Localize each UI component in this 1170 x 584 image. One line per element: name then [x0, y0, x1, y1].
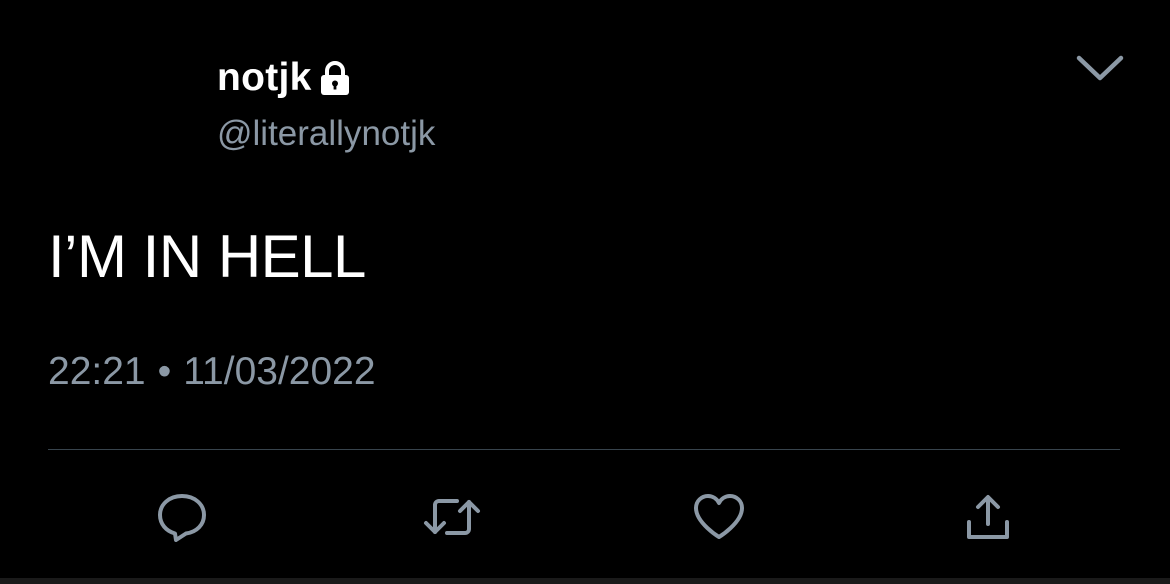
chevron-down-icon [1075, 53, 1125, 88]
heart-icon [692, 492, 746, 542]
tweet-meta: 22:21 • 11/03/2022 [48, 350, 376, 394]
divider [48, 449, 1120, 450]
retweet-button[interactable] [417, 482, 487, 552]
like-button[interactable] [684, 482, 754, 552]
reply-icon [155, 490, 209, 544]
user-header: notjk [217, 52, 352, 104]
bottom-edge [0, 578, 1170, 584]
tweet-card: notjk @literallynotjk I’M IN HELL 22:21 … [0, 0, 1170, 584]
tweet-date[interactable]: 11/03/2022 [183, 350, 375, 394]
reply-button[interactable] [147, 482, 217, 552]
more-options-button[interactable] [1068, 46, 1132, 94]
meta-separator: • [157, 350, 172, 393]
tweet-text: I’M IN HELL [48, 223, 366, 290]
tweet-time[interactable]: 22:21 [48, 350, 146, 394]
display-name[interactable]: notjk [217, 56, 312, 100]
lock-icon [318, 61, 352, 97]
user-handle[interactable]: @literallynotjk [217, 114, 435, 154]
share-button[interactable] [953, 482, 1023, 552]
avatar[interactable] [48, 48, 188, 188]
action-bar [0, 482, 1170, 552]
share-icon [964, 492, 1012, 542]
retweet-icon [423, 492, 481, 542]
